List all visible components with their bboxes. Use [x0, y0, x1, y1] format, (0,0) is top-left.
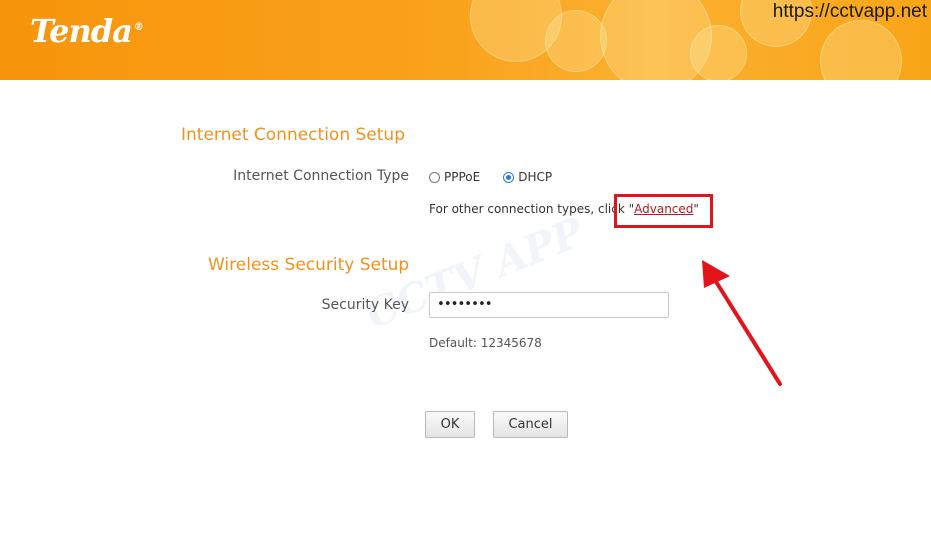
- wireless-section-title: Wireless Security Setup: [208, 255, 410, 275]
- radio-dhcp[interactable]: DHCP: [503, 170, 552, 184]
- decor-bubble: [820, 20, 902, 80]
- security-key-label: Security Key: [321, 297, 409, 313]
- radio-dhcp-circle[interactable]: [503, 171, 515, 183]
- watermark-url: https://cctvapp.net: [772, 1, 927, 22]
- connection-type-label: Internet Connection Type: [233, 168, 409, 184]
- decor-bubble: [545, 10, 607, 72]
- radio-pppoe-circle[interactable]: [429, 171, 440, 183]
- tenda-logo: Tenda ®: [30, 12, 144, 50]
- ok-button[interactable]: OK: [425, 411, 475, 438]
- radio-dhcp-label: DHCP: [518, 170, 553, 184]
- annotation-arrow-icon: [702, 260, 782, 386]
- security-key-input[interactable]: ••••••••: [429, 292, 669, 318]
- decor-bubble: [690, 25, 747, 80]
- hint-prefix: For other connection types, click ": [429, 202, 635, 216]
- cancel-button[interactable]: Cancel: [493, 411, 568, 438]
- radio-pppoe[interactable]: PPPoE: [429, 170, 480, 184]
- connection-type-radio-group: PPPoE DHCP: [429, 170, 575, 184]
- radio-pppoe-label: PPPoE: [444, 170, 481, 184]
- annotation-highlight-box: [614, 194, 713, 228]
- default-key-text: Default: 12345678: [429, 336, 542, 350]
- internet-section-title: Internet Connection Setup: [181, 125, 405, 145]
